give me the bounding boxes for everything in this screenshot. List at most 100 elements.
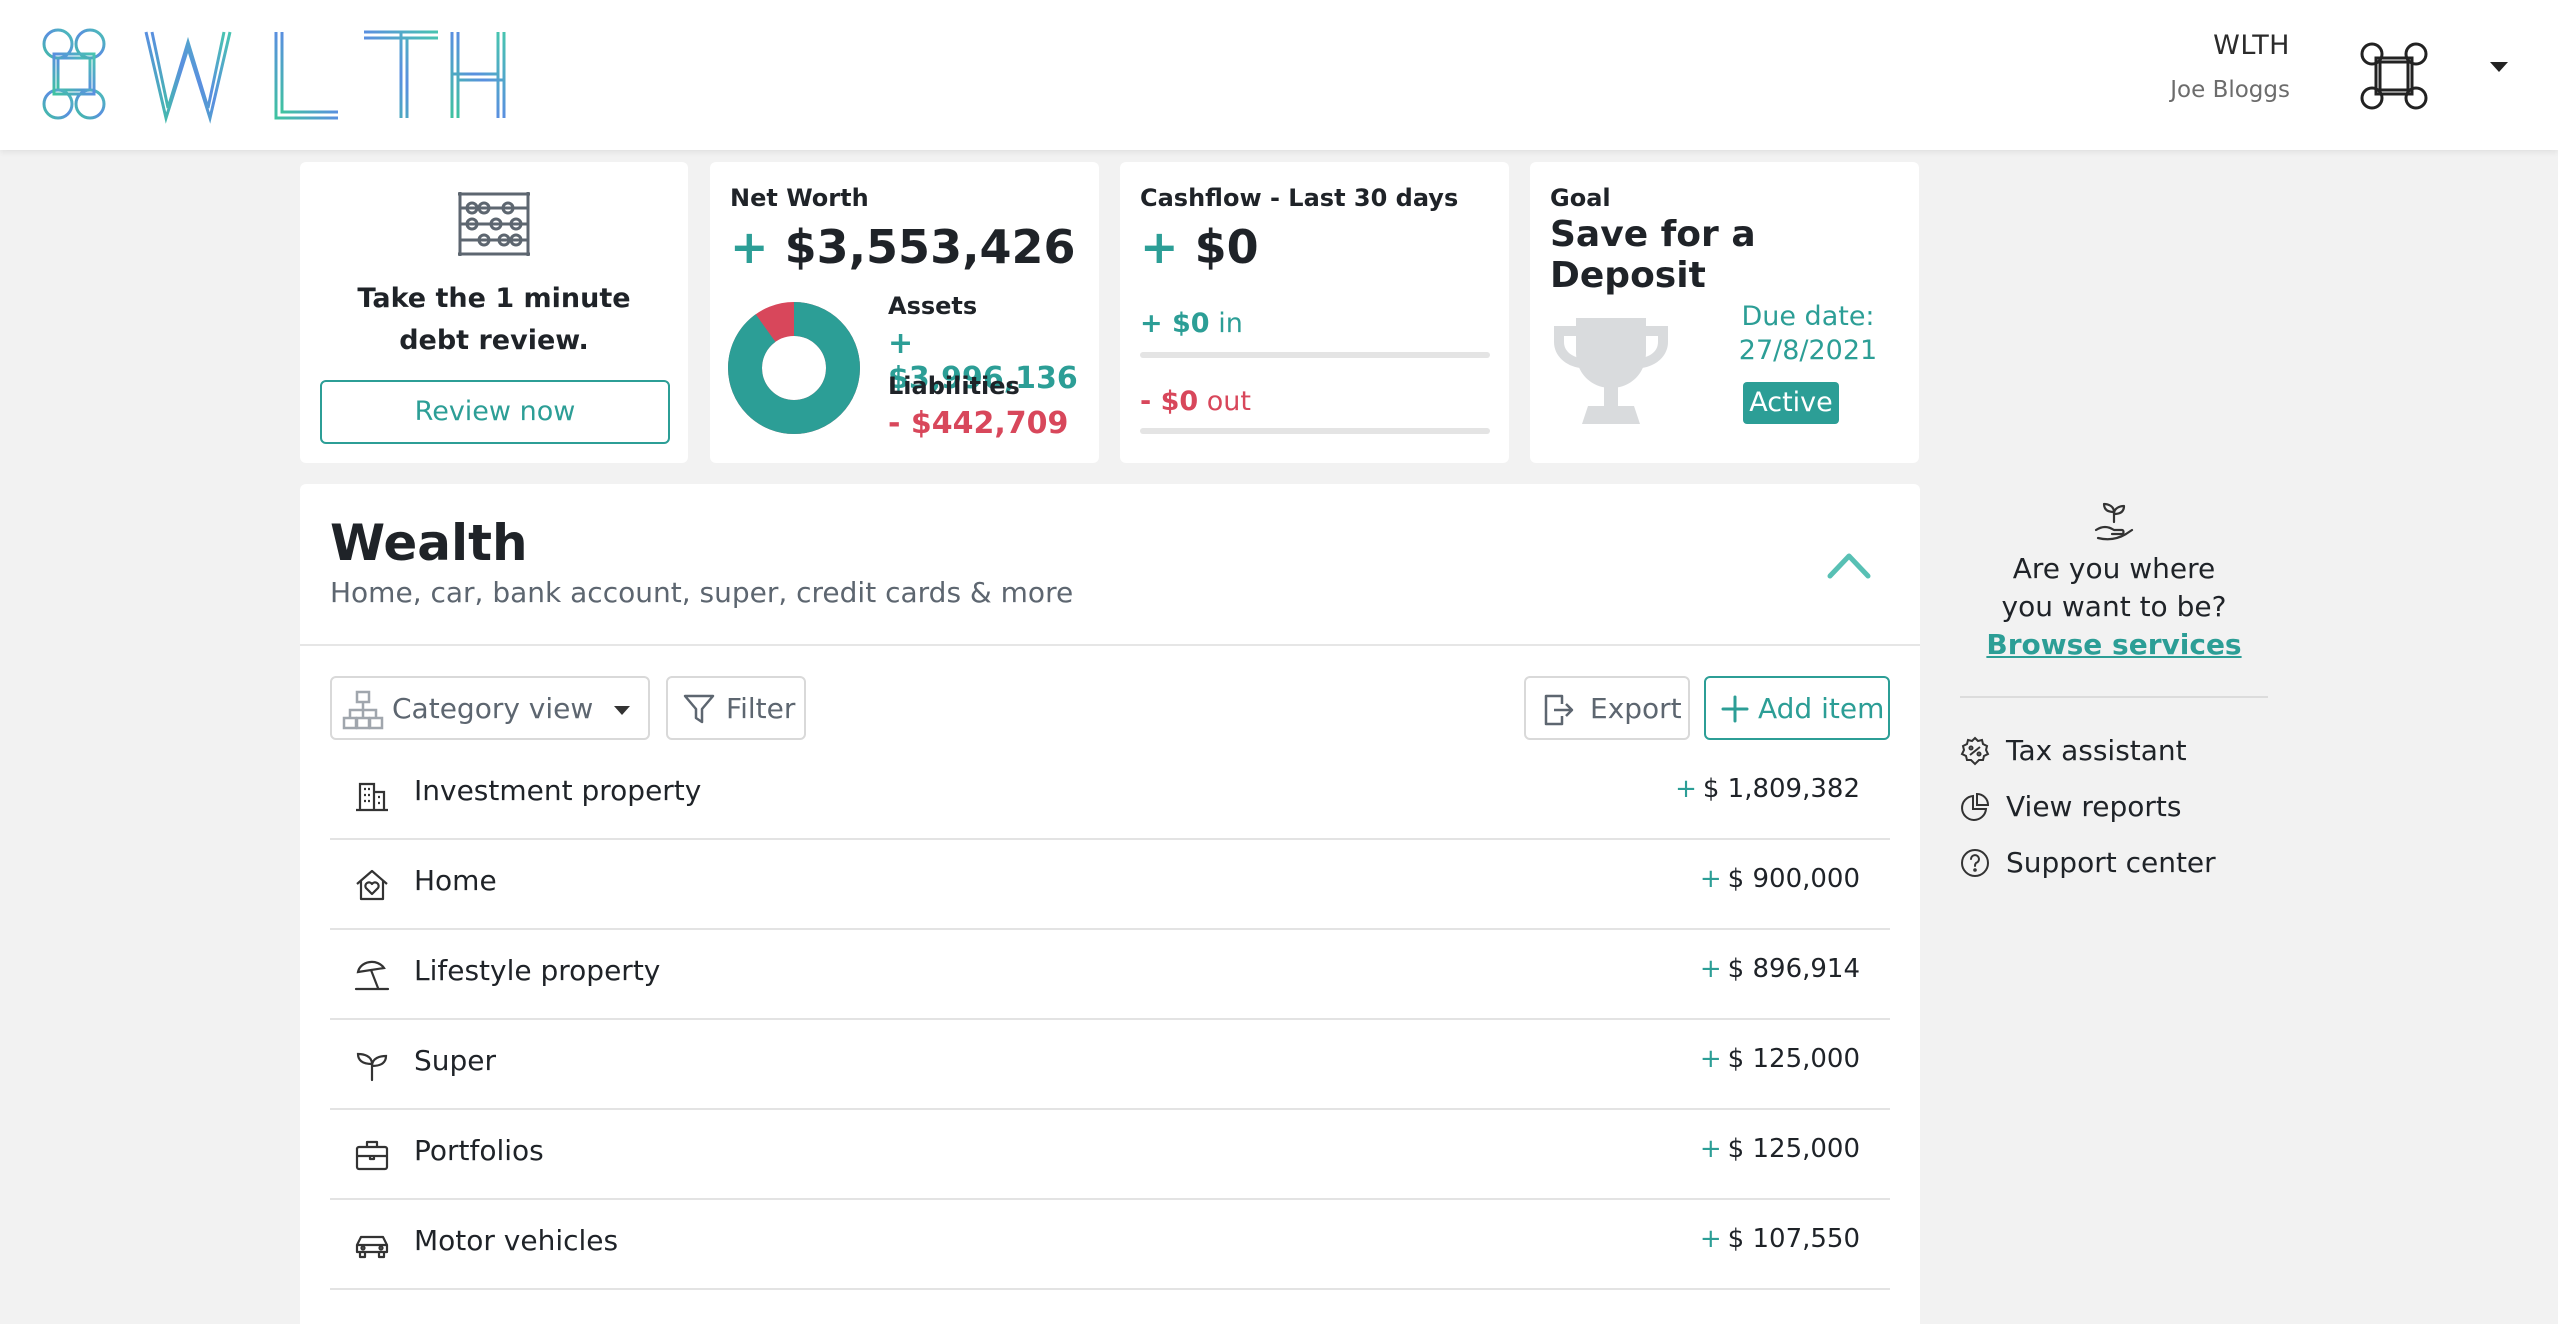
goal-title: Save for a Deposit xyxy=(1550,214,1756,296)
cashflow-value: + $0 xyxy=(1140,220,1259,274)
net-worth-sign: + xyxy=(730,220,769,274)
net-worth-title: Net Worth xyxy=(730,184,869,212)
wealth-subtitle: Home, car, bank account, super, credit c… xyxy=(330,576,1074,609)
debt-review-line1: Take the 1 minute xyxy=(357,283,631,314)
row-value: + $ 107,550 xyxy=(1700,1224,1860,1254)
tax-badge-icon xyxy=(1960,736,1990,766)
filter-icon xyxy=(683,694,715,724)
category-view-select[interactable]: Category view xyxy=(330,676,650,740)
chevron-down-icon xyxy=(614,706,630,715)
cashflow-in-amount: + $0 xyxy=(1140,308,1210,339)
help-circle-icon xyxy=(1961,849,1989,877)
table-row[interactable]: Lifestyle property + $ 896,914 xyxy=(330,930,1890,1020)
row-sign: + xyxy=(1699,1224,1722,1254)
beach-umbrella-icon xyxy=(354,960,390,991)
sidebar-divider xyxy=(1960,696,2268,698)
table-row[interactable]: Portfolios + $ 125,000 xyxy=(330,1110,1890,1200)
wealth-title: Wealth xyxy=(330,514,528,572)
row-sign: + xyxy=(1699,1044,1722,1074)
top-header: WLTH Joe Bloggs xyxy=(0,0,2558,150)
cashflow-amount: $0 xyxy=(1194,220,1259,274)
row-name: Motor vehicles xyxy=(414,1224,619,1257)
car-icon xyxy=(355,1235,389,1259)
row-sign: + xyxy=(1675,774,1697,804)
wealth-divider xyxy=(300,644,1920,646)
add-item-button[interactable]: Add item xyxy=(1704,676,1890,740)
status-badge: Active xyxy=(1743,382,1839,424)
assets-label: Assets xyxy=(888,292,978,320)
row-amount: $ 900,000 xyxy=(1727,864,1860,894)
sprout-icon xyxy=(356,1052,388,1082)
services-question-line2: you want to be? xyxy=(2001,590,2227,623)
row-value: + $ 1,809,382 xyxy=(1675,774,1860,804)
row-name: Home xyxy=(414,864,497,897)
cashflow-card[interactable]: Cashflow - Last 30 days + $0 + $0 in - $… xyxy=(1120,162,1509,463)
row-amount: $ 107,550 xyxy=(1727,1224,1860,1254)
row-name: Super xyxy=(414,1044,497,1077)
wlth-logo[interactable] xyxy=(28,28,508,124)
net-worth-amount: $3,553,426 xyxy=(784,220,1076,274)
cashflow-out: - $0 out xyxy=(1140,386,1251,417)
avatar[interactable] xyxy=(2356,38,2432,114)
plus-icon xyxy=(1721,695,1749,723)
cashflow-in: + $0 in xyxy=(1140,308,1243,339)
table-row[interactable]: Investment property + $ 1,809,382 xyxy=(330,750,1890,840)
hierarchy-icon xyxy=(342,690,384,730)
goal-due-label: Due date: xyxy=(1741,301,1875,332)
row-value: + $ 900,000 xyxy=(1700,864,1860,894)
row-name: Investment property xyxy=(414,774,702,807)
account-dropdown-caret-icon[interactable] xyxy=(2490,62,2508,72)
add-item-label: Add item xyxy=(1758,692,1885,725)
row-name: Lifestyle property xyxy=(414,954,661,987)
row-name: Portfolios xyxy=(414,1134,544,1167)
row-sign: + xyxy=(1699,954,1722,984)
building-icon xyxy=(356,782,388,812)
net-worth-donut-chart xyxy=(728,302,860,434)
goal-label: Goal xyxy=(1550,184,1611,212)
cashflow-out-label: out xyxy=(1206,386,1251,417)
cashflow-in-label: in xyxy=(1218,308,1243,339)
hand-sprout-icon xyxy=(2094,502,2134,541)
row-amount: $ 125,000 xyxy=(1727,1134,1860,1164)
category-view-label: Category view xyxy=(392,692,594,725)
debt-review-line2: debt review. xyxy=(399,325,589,356)
wealth-panel: Wealth Home, car, bank account, super, c… xyxy=(300,484,1920,1324)
goal-due: Due date: 27/8/2021 xyxy=(1708,300,1908,368)
filter-label: Filter xyxy=(726,692,796,725)
row-value: + $ 125,000 xyxy=(1700,1134,1860,1164)
sidebar-item-label: Tax assistant xyxy=(2006,734,2187,767)
table-row[interactable]: Motor vehicles + $ 107,550 xyxy=(330,1200,1890,1290)
org-name: WLTH xyxy=(2213,30,2290,61)
debt-review-card: Take the 1 minute debt review. Review no… xyxy=(300,162,688,463)
row-sign: + xyxy=(1699,1134,1722,1164)
browse-services-link[interactable]: Browse services xyxy=(1960,628,2268,661)
table-row[interactable]: Home + $ 900,000 xyxy=(330,840,1890,930)
chevron-up-icon[interactable] xyxy=(1826,550,1872,580)
row-amount: $ 1,809,382 xyxy=(1702,774,1860,804)
export-button[interactable]: Export xyxy=(1524,676,1690,740)
donut-assets-segment xyxy=(728,302,860,434)
liabilities-label: Liabilities xyxy=(888,372,1020,400)
net-worth-card[interactable]: Net Worth + $3,553,426 Assets + $3,996,1… xyxy=(710,162,1099,463)
services-question: Are you where you want to be? xyxy=(1960,550,2268,626)
cashflow-sign: + xyxy=(1140,220,1179,274)
sidebar-item-label: View reports xyxy=(2006,790,2182,823)
liabilities-value: - $442,709 xyxy=(888,406,1069,441)
row-amount: $ 125,000 xyxy=(1727,1044,1860,1074)
services-promo: Are you where you want to be? Browse ser… xyxy=(1960,500,2268,661)
review-now-button[interactable]: Review now xyxy=(320,380,670,444)
pie-chart-icon xyxy=(1961,792,1990,821)
account-info[interactable]: WLTH Joe Bloggs xyxy=(2170,30,2290,103)
goal-due-date: 27/8/2021 xyxy=(1738,335,1878,366)
goal-card[interactable]: Goal Save for a Deposit Due date: 27/8/2… xyxy=(1530,162,1919,463)
net-worth-value: + $3,553,426 xyxy=(730,220,1076,274)
filter-button[interactable]: Filter xyxy=(666,676,806,740)
briefcase-icon xyxy=(355,1140,389,1171)
abacus-icon xyxy=(458,192,530,256)
export-icon xyxy=(1544,694,1574,726)
trophy-icon xyxy=(1554,318,1668,424)
debt-review-text: Take the 1 minute debt review. xyxy=(300,278,688,362)
table-row[interactable]: Super + $ 125,000 xyxy=(330,1020,1890,1110)
sidebar-item-label: Support center xyxy=(2006,846,2216,879)
row-sign: + xyxy=(1699,864,1722,894)
